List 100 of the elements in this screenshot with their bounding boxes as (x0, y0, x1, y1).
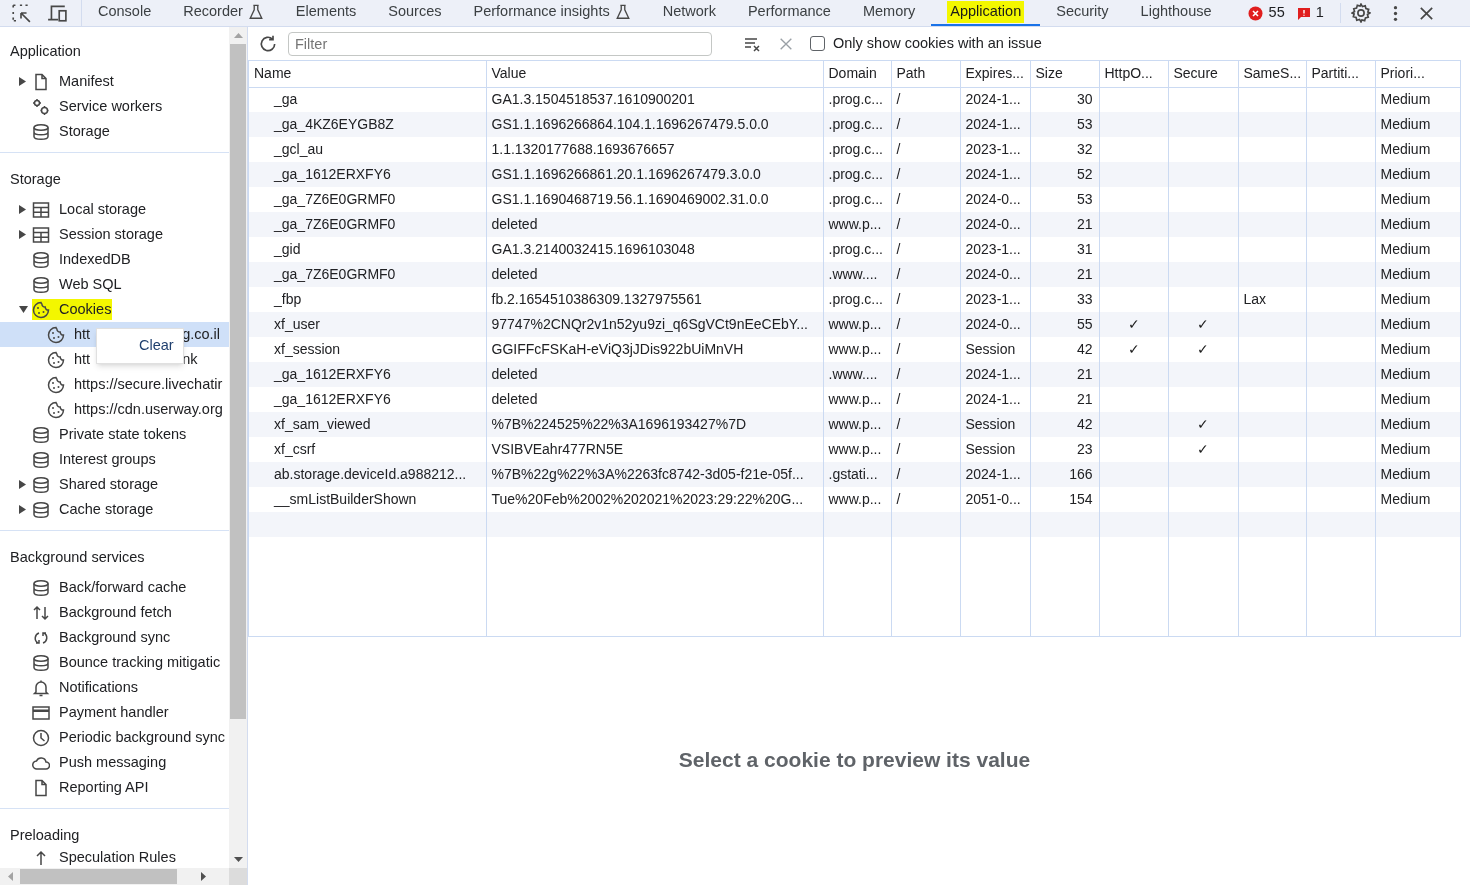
table-cell: / (896, 466, 901, 482)
table-cell: / (896, 291, 901, 307)
table-cell: _ga_7Z6E0GRMF0 (274, 216, 396, 232)
table-cell: / (896, 266, 901, 282)
section-title: Storage (10, 169, 61, 189)
table-cell: 2024-0... (965, 216, 1021, 232)
table-cell: .www.... (828, 366, 878, 382)
table-cell: _gcl_au (274, 141, 324, 157)
table-cell: 32 (1076, 141, 1093, 157)
table-cell: 166 (1069, 466, 1093, 482)
table-cell: _ga (274, 91, 298, 108)
table-cell: / (896, 216, 901, 232)
table-cell: %7B%224525%22%3A1696193427%7D (491, 416, 747, 432)
table-cell: GS1.1.1696266864.104.1.1696267479.5.0.0 (491, 116, 769, 132)
table-cell: _fbp (274, 291, 302, 307)
table-cell: deleted (491, 366, 538, 382)
table-cell: 97747%2CNQr2v1n52yu9zi_q6SgVCt9nEeCEbY... (491, 316, 808, 332)
table-cell: 42 (1076, 416, 1093, 432)
table-cell: fb.2.1654510386309.1327975561 (491, 291, 702, 307)
table-cell: Lax (1243, 291, 1267, 307)
table-cell: 53 (1076, 116, 1093, 132)
table-cell: deleted (491, 266, 538, 282)
table-cell: _gid (274, 241, 301, 257)
table-cell: 21 (1076, 391, 1093, 407)
table-cell: www.p... (828, 391, 882, 407)
table-cell: Medium (1380, 466, 1431, 482)
table-cell: 2024-1... (965, 466, 1021, 482)
table-cell: _ga_4KZ6EYGB8Z (274, 116, 394, 132)
table-cell: 21 (1076, 216, 1093, 232)
table-cell: .prog.c... (828, 91, 883, 108)
table-cell: Medium (1380, 441, 1431, 457)
table-cell: / (896, 416, 901, 432)
table-cell: / (896, 116, 901, 132)
table-cell: _ga_7Z6E0GRMF0 (274, 191, 396, 207)
table-cell: Medium (1380, 316, 1431, 332)
preview-message: Select a cookie to preview its value (678, 747, 1031, 774)
table-cell: Medium (1380, 166, 1431, 182)
table-cell: 2023-1... (965, 141, 1021, 157)
table-cell: Session (965, 416, 1016, 432)
table-cell: / (896, 91, 901, 108)
table-cell: 1.1.1320177688.1693676657 (491, 141, 675, 157)
table-cell: 30 (1076, 91, 1093, 108)
checkbox-label: Only show cookies with an issue (833, 33, 1042, 53)
table-cell: Tue%20Feb%2002%202021%2023:29:22%20G... (491, 491, 804, 507)
table-cell: 52 (1076, 166, 1093, 182)
table-cell: %7B%22g%22%3A%2263fc8742-3d05-f21e-05f... (491, 466, 804, 482)
table-cell: www.p... (828, 341, 882, 357)
table-cell: Medium (1380, 266, 1431, 282)
table-cell: 2024-0... (965, 191, 1021, 207)
table-cell: _ga_1612ERXFY6 (274, 366, 391, 382)
table-cell: ✓ (1127, 316, 1140, 332)
table-cell: Medium (1380, 416, 1431, 432)
table-cell: / (896, 441, 901, 457)
table-cell: ✓ (1197, 441, 1209, 457)
table-cell: ✓ (1197, 316, 1209, 332)
table-cell: 23 (1076, 441, 1093, 457)
table-cell: Medium (1380, 216, 1431, 232)
table-cell: GGIFFcFSKaH-eViQ3jJDis922bUiMnVH (491, 341, 744, 357)
table-cell: 2024-1... (965, 91, 1021, 108)
table-cell: / (896, 491, 901, 507)
table-cell: Medium (1380, 291, 1431, 307)
table-cell: xf_user (274, 316, 320, 332)
table-cell: 21 (1076, 266, 1093, 282)
table-cell: www.p... (828, 491, 882, 507)
table-cell: .prog.c... (828, 241, 883, 257)
table-cell: www.p... (828, 316, 882, 332)
table-cell: GS1.1.1690468719.56.1.1690469002.31.0.0 (491, 191, 769, 207)
table-cell: Medium (1380, 391, 1431, 407)
table-cell: 2024-0... (965, 316, 1021, 332)
table-cell: xf_sam_viewed (274, 416, 371, 432)
table-cell: / (896, 316, 901, 332)
table-cell: / (896, 166, 901, 182)
table-cell: Session (965, 341, 1016, 357)
table-cell: 33 (1076, 291, 1093, 307)
table-cell: .prog.c... (828, 291, 883, 307)
table-cell: Medium (1380, 366, 1431, 382)
table-cell: GA1.3.2140032415.1696103048 (491, 241, 695, 257)
table-cell: ✓ (1127, 341, 1140, 357)
table-cell: .prog.c... (828, 191, 883, 207)
table-cell: Medium (1380, 241, 1431, 257)
table-cell: 55 (1076, 316, 1093, 332)
table-cell: GA1.3.1504518537.1610900201 (491, 91, 695, 108)
table-cell: 42 (1076, 341, 1093, 357)
table-cell: Medium (1380, 141, 1431, 157)
table-cell: ab.storage.deviceId.a988212... (274, 466, 467, 482)
table-cell: / (896, 391, 901, 407)
table-cell: _ga_7Z6E0GRMF0 (274, 266, 396, 282)
table-cell: .prog.c... (828, 116, 883, 132)
table-cell: 2024-1... (965, 166, 1021, 182)
table-cell: _ga_1612ERXFY6 (274, 166, 391, 182)
table-cell: VSIBVEahr477RN5E (491, 441, 624, 457)
table-cell: / (896, 141, 901, 157)
table-cell: deleted (491, 216, 538, 232)
table-cell: / (896, 191, 901, 207)
table-cell: Medium (1380, 116, 1431, 132)
table-cell: Medium (1380, 341, 1431, 357)
table-cell: 154 (1069, 491, 1093, 507)
table-cell: 2023-1... (965, 291, 1021, 307)
table-cell: ✓ (1197, 416, 1209, 432)
table-cell: ✓ (1197, 341, 1209, 357)
